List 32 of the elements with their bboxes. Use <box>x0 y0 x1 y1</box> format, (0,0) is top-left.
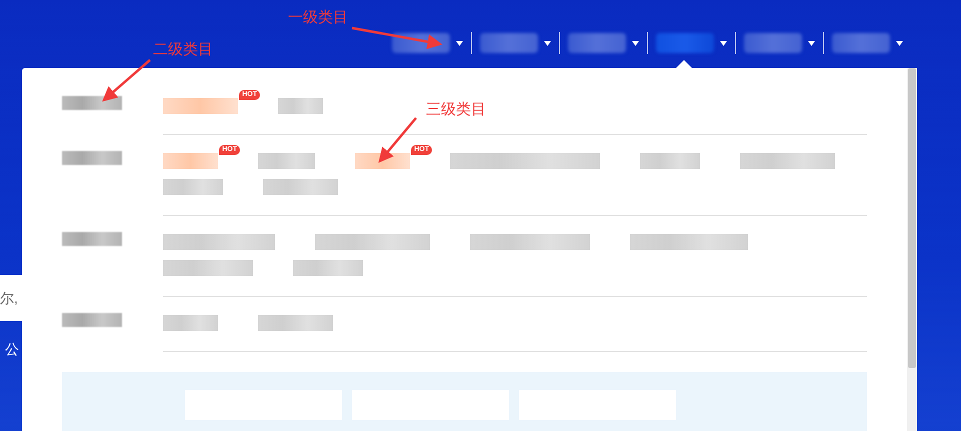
category-link[interactable] <box>640 153 700 169</box>
annotation-arrow <box>102 59 151 102</box>
caret-icon <box>544 40 551 46</box>
category-link[interactable] <box>293 260 363 276</box>
caret-icon <box>896 40 903 46</box>
scrollbar[interactable] <box>908 68 916 368</box>
category-label[interactable] <box>62 232 122 246</box>
greeting-text: 尔, <box>0 275 22 321</box>
caret-icon <box>456 40 463 46</box>
category-link[interactable] <box>163 260 253 276</box>
category-link[interactable] <box>278 98 323 114</box>
annotation-label: 一级类目 <box>288 8 348 27</box>
category-link[interactable] <box>263 179 338 195</box>
category-label[interactable] <box>62 151 122 165</box>
caret-icon <box>632 40 639 46</box>
category-link[interactable] <box>470 234 590 250</box>
category-link[interactable] <box>163 315 218 331</box>
category-link[interactable] <box>258 153 315 169</box>
caret-icon <box>808 40 815 46</box>
caret-icon <box>720 40 727 46</box>
category-link[interactable] <box>258 315 333 331</box>
category-link[interactable] <box>163 179 223 195</box>
category-link[interactable] <box>740 153 835 169</box>
category-link[interactable] <box>630 234 748 250</box>
category-label[interactable] <box>62 313 122 327</box>
annotation-label: 二级类目 <box>153 40 213 59</box>
footer-text: 公 <box>4 341 20 359</box>
category-link[interactable] <box>315 234 430 250</box>
category-link[interactable] <box>450 153 600 169</box>
category-link[interactable] <box>163 234 275 250</box>
annotation-label: 三级类目 <box>426 100 486 119</box>
category-label[interactable] <box>62 96 122 110</box>
